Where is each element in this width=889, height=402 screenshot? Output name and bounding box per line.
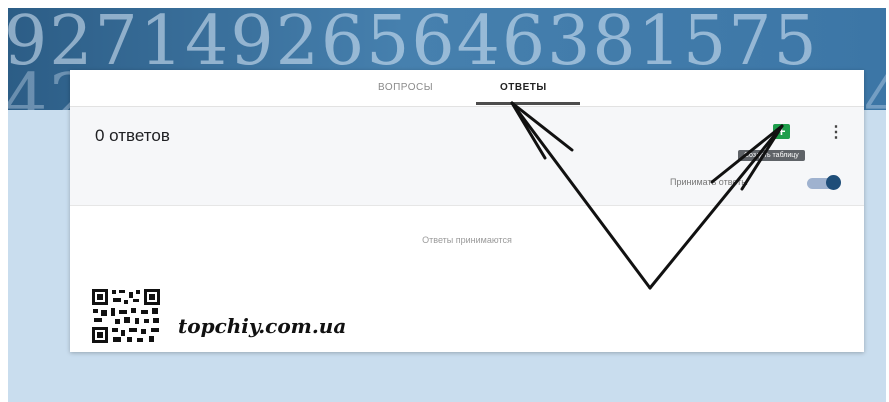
tab-bar: ВОПРОСЫ ОТВЕТЫ xyxy=(70,70,864,107)
responses-header: 0 ответов + ⋮ Создать таблицу Принимать … xyxy=(70,107,864,206)
active-tab-indicator xyxy=(476,102,580,105)
more-options-icon[interactable]: ⋮ xyxy=(828,122,844,142)
accepting-status-message: Ответы принимаются xyxy=(422,235,512,245)
toggle-knob[interactable] xyxy=(826,175,841,190)
qr-code-icon xyxy=(91,288,161,344)
tooltip: Создать таблицу xyxy=(738,150,805,161)
accept-responses-label: Принимать ответы xyxy=(670,177,748,187)
form-card: ВОПРОСЫ ОТВЕТЫ 0 ответов + ⋮ Создать таб… xyxy=(70,70,864,352)
responses-count: 0 ответов xyxy=(95,126,170,145)
watermark-site: topchiy.com.ua xyxy=(178,314,347,338)
tab-questions[interactable]: ВОПРОСЫ xyxy=(378,82,433,93)
create-spreadsheet-icon[interactable]: + xyxy=(773,124,790,139)
tab-answers[interactable]: ОТВЕТЫ xyxy=(500,82,547,93)
